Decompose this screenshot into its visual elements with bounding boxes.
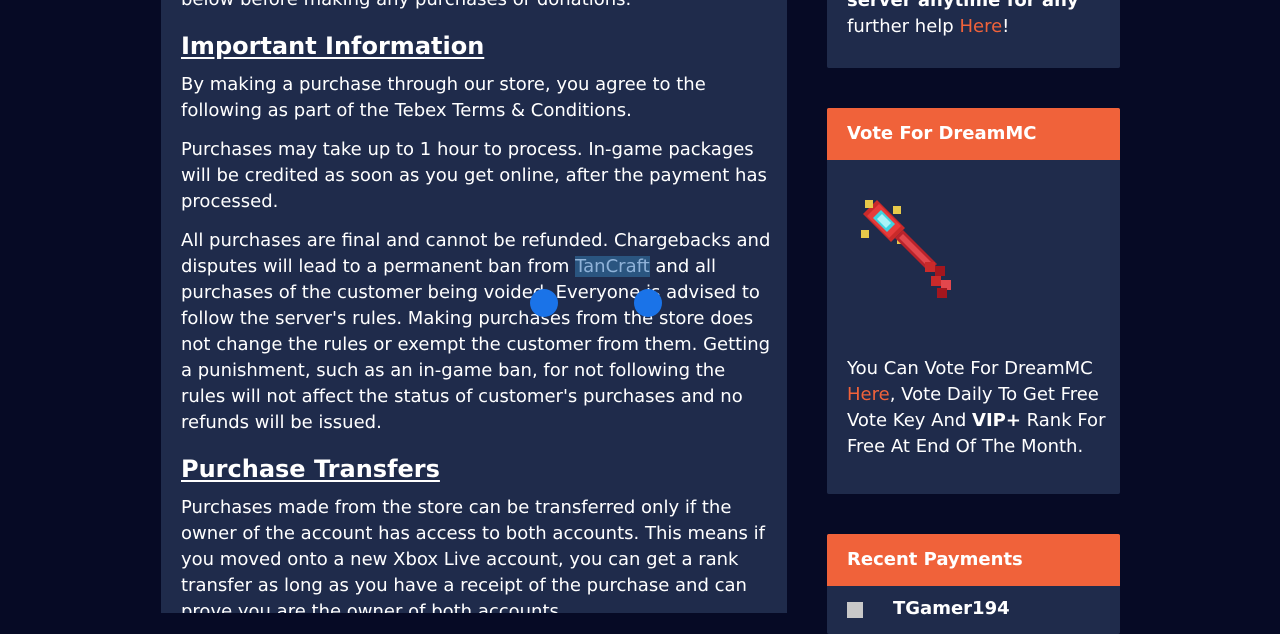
vote-card-text: You Can Vote For DreamMC Here, Vote Dail…	[827, 356, 1120, 460]
intro-text: below before making any purchases or don…	[181, 0, 771, 13]
selected-text[interactable]: TanCraft	[575, 256, 650, 277]
terms-paragraph: By making a purchase through our store, …	[181, 74, 706, 121]
refund-text-after: and all purchases of the customer being …	[181, 256, 771, 433]
selection-end-handle[interactable]	[634, 289, 662, 317]
important-information-heading: Important Information	[181, 32, 485, 60]
vote-key-icon	[857, 196, 959, 306]
store-info-content: below before making any purchases or don…	[181, 0, 771, 613]
recent-payments-title: Recent Payments	[827, 534, 1120, 586]
help-card-text: server anytime for any further help Here…	[827, 0, 1093, 40]
transfers-paragraph: Purchases made from the store can be tra…	[181, 497, 765, 613]
help-line-1: server anytime for any	[847, 0, 1079, 14]
vote-here-link[interactable]: Here	[847, 384, 890, 405]
help-card: server anytime for any further help Here…	[827, 0, 1120, 68]
recent-payments-card: Recent Payments TGamer194	[827, 534, 1120, 634]
vote-text-before: You Can Vote For DreamMC	[847, 358, 1093, 379]
player-avatar	[847, 602, 863, 618]
processing-paragraph: Purchases may take up to 1 hour to proce…	[181, 139, 767, 212]
vip-rank-text: VIP+	[972, 410, 1021, 431]
help-line-2-text: further help	[847, 16, 960, 37]
help-here-link[interactable]: Here	[959, 16, 1002, 37]
selection-start-handle[interactable]	[530, 289, 558, 317]
help-line-1-text: server anytime for any	[847, 0, 1079, 11]
help-line-2-end: !	[1002, 16, 1010, 37]
purchase-transfers-heading: Purchase Transfers	[181, 455, 440, 483]
store-info-panel: below before making any purchases or don…	[161, 0, 787, 613]
vote-card-title: Vote For DreamMC	[827, 108, 1120, 160]
refund-paragraph: All purchases are final and cannot be re…	[181, 228, 771, 436]
vote-card: Vote For DreamMC You Can Vote For DreamM…	[827, 108, 1120, 494]
payment-username: TGamer194	[893, 598, 1010, 619]
help-line-2: further help Here!	[847, 14, 1079, 40]
